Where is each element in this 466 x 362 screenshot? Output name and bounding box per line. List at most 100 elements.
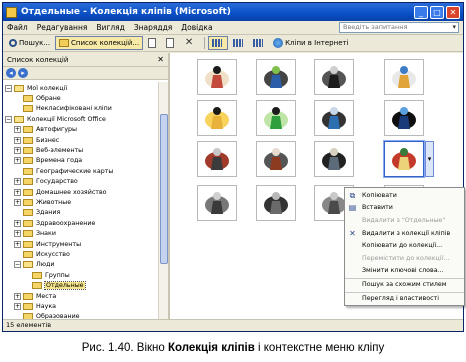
clip-thumbnail[interactable] [256, 185, 296, 221]
clip-thumbnail[interactable] [384, 141, 424, 177]
close-button[interactable]: ✕ [446, 5, 460, 19]
tree-node[interactable]: Отдельные [3, 280, 158, 291]
tree-node[interactable]: + Знаки [3, 228, 158, 238]
tree-expander-icon[interactable]: + [14, 219, 21, 227]
tree-node[interactable]: Некласифіковані кліпи [3, 104, 158, 114]
tree-node-label: Инструменты [36, 240, 82, 248]
tree-node[interactable]: − Мої колекції [3, 83, 158, 93]
details-view-button[interactable] [250, 36, 268, 50]
context-menu-item[interactable]: Копіювати до колекції... [345, 239, 464, 252]
tree-expander-icon[interactable]: + [14, 157, 21, 165]
tree-node[interactable]: + Места [3, 291, 158, 301]
tree-scrollbar[interactable] [158, 82, 168, 319]
status-bar: 15 елементів [3, 319, 463, 331]
tree-expander-icon[interactable]: + [14, 302, 21, 310]
forward-icon[interactable]: ▸ [18, 68, 28, 78]
tree-expander-icon[interactable]: + [14, 198, 21, 206]
folder-icon [23, 147, 33, 155]
clip-dropdown-arrow-icon[interactable]: ▾ [425, 141, 434, 177]
delete-icon: ✕ [349, 228, 356, 238]
tree-node[interactable]: + Веб-элементы [3, 145, 158, 155]
tree-expander-icon[interactable]: + [14, 147, 21, 155]
clip-thumbnail[interactable] [384, 59, 424, 95]
tree-node[interactable]: Искусство [3, 249, 158, 259]
clip-thumbnail[interactable] [197, 185, 237, 221]
help-question-input[interactable]: Введіть запитання [339, 22, 459, 33]
tree-node-label: Наука [36, 302, 56, 310]
clips-online-button[interactable]: Кліпи в Інтернеті [270, 36, 351, 50]
tree-node[interactable]: + Государство [3, 177, 158, 187]
context-menu-item-label: Видалити з "Отдельные" [362, 216, 446, 224]
tree-expander-icon[interactable]: + [14, 292, 21, 300]
clip-thumbnail[interactable] [384, 100, 424, 136]
tree-node[interactable]: Образование [3, 312, 158, 319]
clip-thumbnail[interactable] [197, 100, 237, 136]
tree-node[interactable]: + Автофигуры [3, 125, 158, 135]
tree-expander-icon[interactable]: + [14, 136, 21, 144]
context-menu-item: Перемістити до колекції... [345, 252, 464, 265]
tree-expander-icon[interactable]: + [14, 126, 21, 134]
tree-node[interactable]: Группы [3, 270, 158, 280]
list-view-button[interactable] [230, 36, 248, 50]
tree-expander-icon[interactable]: − [5, 115, 12, 123]
tree-expander-icon[interactable]: + [14, 178, 21, 186]
clip-thumbnail[interactable] [314, 100, 354, 136]
context-menu-item[interactable]: Пошук за схожим стилем [345, 278, 464, 291]
paste-toolbar-button[interactable] [163, 36, 179, 50]
copy-toolbar-button[interactable] [145, 36, 161, 50]
clip-thumbnail[interactable] [256, 59, 296, 95]
folder-icon [23, 250, 33, 258]
clip-thumbnail[interactable] [256, 100, 296, 136]
tree-node[interactable]: + Наука [3, 301, 158, 311]
tree-node[interactable]: + Домашнее хозяйство [3, 187, 158, 197]
thumbnails-view-button[interactable] [208, 36, 229, 50]
tree-node[interactable]: − Колекції Microsoft Office [3, 114, 158, 124]
collection-list-button[interactable]: Список колекцій... [55, 36, 144, 50]
tree-node[interactable]: + Времена года [3, 156, 158, 166]
tree-node-label: Времена года [36, 157, 83, 165]
tree-node[interactable]: − Люди [3, 260, 158, 270]
clip-thumbnail[interactable] [197, 141, 237, 177]
search-button[interactable]: Пошук... [6, 36, 53, 50]
clip-thumbnail[interactable] [314, 141, 354, 177]
context-menu-item[interactable]: ⧉ Копіювати [345, 189, 464, 202]
folder-icon [23, 157, 33, 165]
minimize-button[interactable]: _ [414, 5, 428, 19]
folder-icon [23, 240, 33, 248]
menu-tools[interactable]: Знаряддя [134, 23, 172, 32]
folder-icon [59, 39, 69, 47]
context-menu-item[interactable]: Змінити ключові слова... [345, 265, 464, 278]
tree-node[interactable]: + Бизнес [3, 135, 158, 145]
tree-node[interactable]: Географические карты [3, 166, 158, 176]
back-icon[interactable]: ◂ [6, 68, 16, 78]
tree-node[interactable]: Обране [3, 93, 158, 103]
clip-thumbnail[interactable] [256, 141, 296, 177]
tree-expander-icon[interactable]: − [5, 84, 12, 92]
context-menu-item[interactable]: ✕ Видалити з колекції кліпів [345, 227, 464, 240]
tree-node[interactable]: Здания [3, 208, 158, 218]
scrollbar-thumb[interactable] [160, 114, 168, 264]
tree-node-label: Некласифіковані кліпи [36, 105, 112, 113]
tree-expander-icon[interactable]: + [14, 230, 21, 238]
pane-close-icon[interactable]: ✕ [157, 55, 164, 64]
tree-node[interactable]: + Животные [3, 197, 158, 207]
menu-view[interactable]: Вигляд [96, 23, 124, 32]
context-menu-item-label: Видалити з колекції кліпів [362, 229, 451, 237]
tree-node[interactable]: + Инструменты [3, 239, 158, 249]
paste-icon: ▤ [348, 203, 357, 213]
tree-expander-icon[interactable]: + [14, 240, 21, 248]
context-menu-item[interactable]: ▤ Вставити [345, 202, 464, 215]
clip-thumbnail[interactable] [197, 59, 237, 95]
tree-expander-icon[interactable]: − [14, 261, 21, 269]
tree-node[interactable]: + Здравоохранение [3, 218, 158, 228]
tree-node-label: Здания [36, 209, 61, 217]
menu-help[interactable]: Довідка [181, 23, 212, 32]
folder-icon [23, 230, 33, 238]
context-menu-item[interactable]: Перегляд і властивості [345, 291, 464, 305]
menu-file[interactable]: Файл [7, 23, 28, 32]
menu-edit[interactable]: Редагування [37, 23, 88, 32]
clip-thumbnail[interactable] [314, 59, 354, 95]
maximize-button[interactable]: □ [430, 5, 444, 19]
delete-toolbar-button[interactable]: ✕ [181, 36, 199, 50]
tree-expander-icon[interactable]: + [14, 188, 21, 196]
